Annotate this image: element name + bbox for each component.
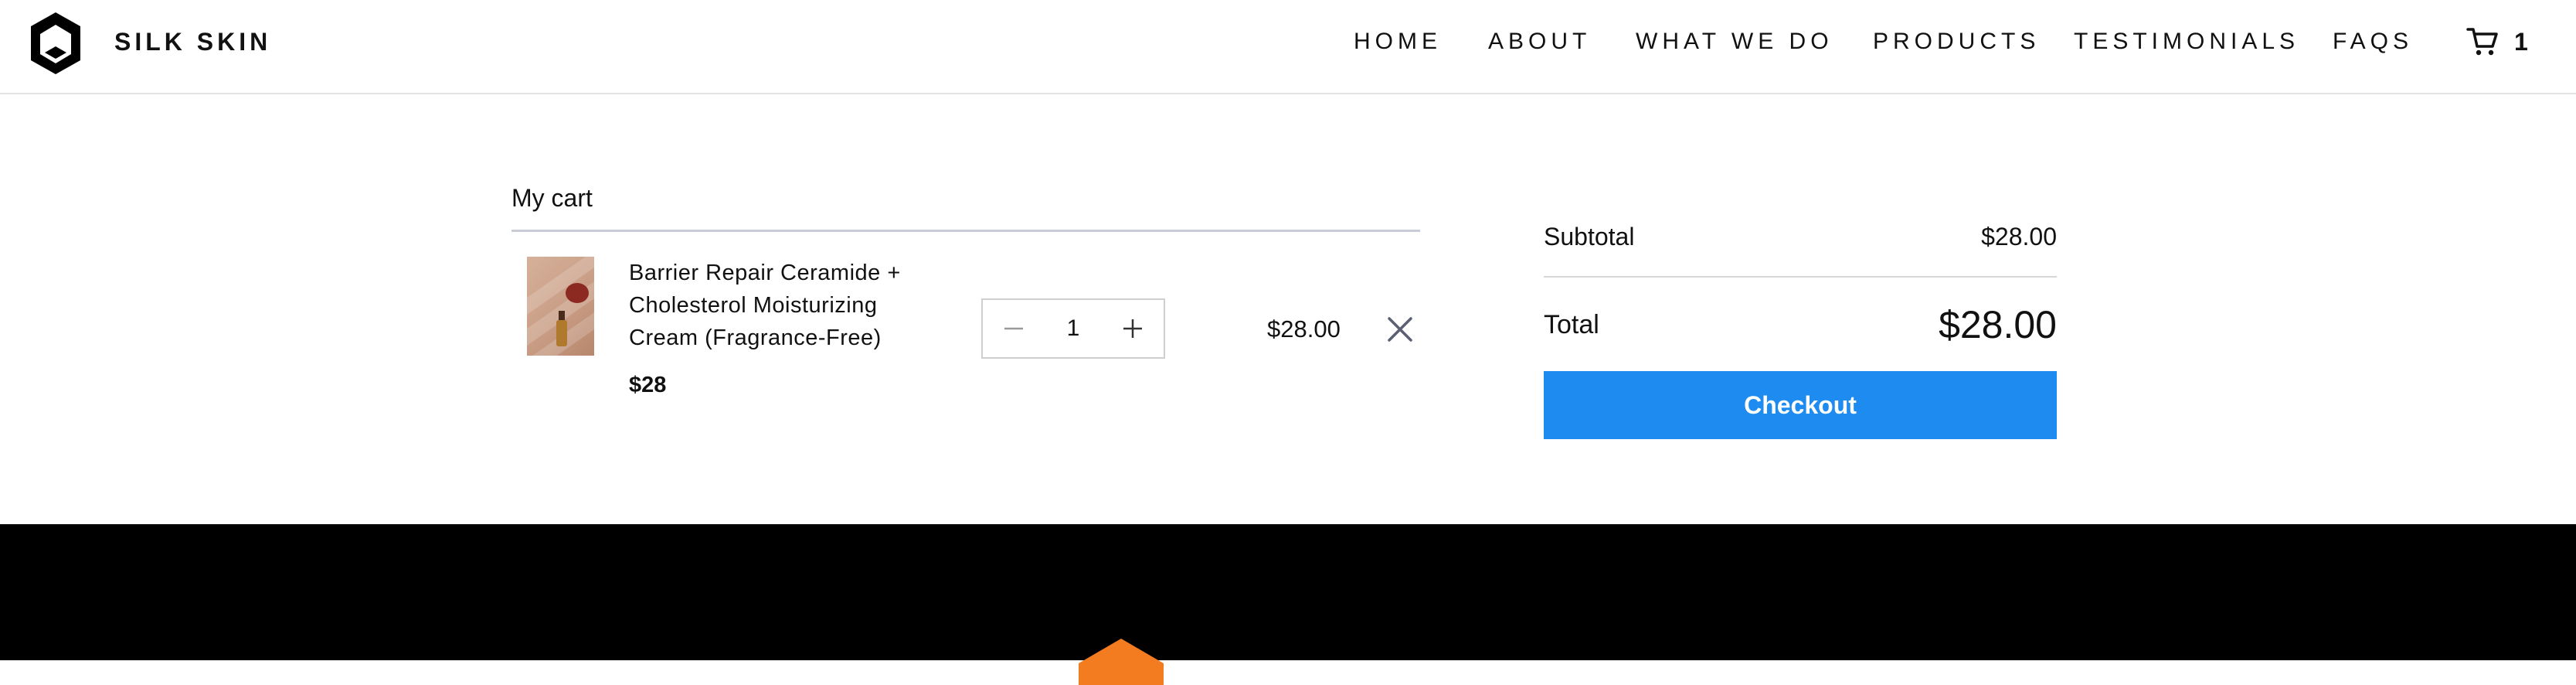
total-value: $28.00 — [1939, 303, 2057, 346]
subtotal-label: Subtotal — [1544, 223, 1635, 250]
decrease-quantity-button[interactable] — [989, 300, 1038, 357]
nav-testimonials[interactable]: TESTIMONIALS — [2074, 26, 2299, 57]
shopping-cart-icon — [2466, 28, 2498, 56]
summary-divider — [1544, 276, 2057, 278]
product-name-link[interactable]: Barrier Repair Ceramide + Cholesterol Mo… — [629, 257, 938, 354]
cart-title: My cart — [511, 184, 593, 212]
close-icon — [1388, 317, 1412, 342]
subtotal-value: $28.00 — [1981, 223, 2057, 250]
checkout-button[interactable]: Checkout — [1544, 371, 2057, 439]
quantity-stepper — [981, 298, 1165, 359]
footer-logo-icon — [1079, 639, 1164, 685]
nav-home[interactable]: HOME — [1354, 26, 1442, 57]
cart-count-badge: 1 — [2514, 28, 2528, 56]
cart-divider — [511, 230, 1420, 232]
total-label: Total — [1544, 310, 1599, 339]
plus-icon — [1123, 319, 1142, 338]
quantity-input[interactable] — [1042, 312, 1105, 345]
nav-about[interactable]: ABOUT — [1488, 26, 1591, 57]
nav-products[interactable]: PRODUCTS — [1873, 26, 2040, 57]
site-footer — [0, 524, 2576, 685]
main-nav: HOME ABOUT WHAT WE DO PRODUCTS TESTIMONI… — [0, 26, 2576, 57]
nav-faqs[interactable]: FAQS — [2333, 26, 2413, 57]
nav-what-we-do[interactable]: WHAT WE DO — [1636, 26, 1833, 57]
cart-button[interactable]: 1 — [2466, 23, 2551, 60]
line-item-price: $28.00 — [1267, 315, 1341, 342]
product-unit-price: $28 — [629, 373, 667, 397]
minus-icon — [1004, 327, 1023, 330]
product-thumbnail[interactable] — [527, 257, 594, 356]
site-header: SILK SKIN HOME ABOUT WHAT WE DO PRODUCTS… — [0, 0, 2576, 94]
increase-quantity-button[interactable] — [1108, 300, 1157, 357]
remove-item-button[interactable] — [1383, 312, 1417, 346]
